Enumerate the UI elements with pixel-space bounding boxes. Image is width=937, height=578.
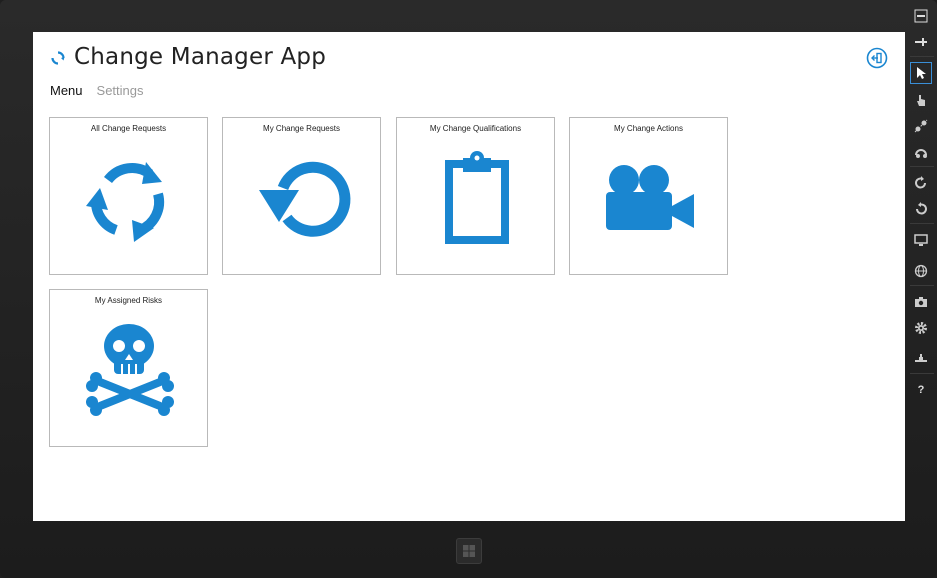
pinch-icon [914,119,928,133]
network-icon [915,354,927,362]
pinch-zoom-button[interactable] [910,115,932,137]
refresh-arrows-icon [86,162,165,242]
rotate-touch-button[interactable] [910,141,932,163]
pin-button[interactable] [910,31,932,53]
main-nav: Menu Settings [50,83,144,98]
simulator-toolbar: ? [907,0,937,578]
clipboard-icon [445,151,509,244]
rotate-counterclockwise-icon [916,202,927,215]
help-icon: ? [917,384,925,396]
video-camera-icon [606,165,694,230]
rotate-clockwise-icon [915,176,926,189]
touch-mode-button[interactable] [910,89,932,111]
network-button[interactable] [910,348,932,370]
exit-icon[interactable] [866,47,888,69]
settings-button[interactable] [910,317,932,339]
windows-logo-icon [463,545,475,557]
rotate-touch-icon [915,149,927,158]
rotate-clockwise-button[interactable] [910,172,932,194]
tile-my-assigned-risks[interactable]: My Assigned Risks [49,289,208,447]
pointer-icon [917,67,926,79]
minimize-icon [914,9,928,23]
gear-icon [915,322,927,334]
rotate-counterclockwise-button[interactable] [910,198,932,220]
simulator-frame: Change Manager App Menu Settings All Cha… [0,0,937,578]
undo-circle-icon [259,161,351,237]
app-logo-icon [51,51,65,65]
location-button[interactable] [910,260,932,282]
tile-my-change-qualifications[interactable]: My Change Qualifications [396,117,555,275]
tab-settings[interactable]: Settings [97,83,144,98]
skull-crossbones-icon [86,324,174,416]
minimize-button[interactable] [910,5,932,27]
tab-menu[interactable]: Menu [50,83,83,98]
pointer-mode-button[interactable] [910,62,932,84]
pin-icon [915,38,927,46]
hand-icon [917,95,925,106]
tile-all-change-requests[interactable]: All Change Requests [49,117,208,275]
resolution-button[interactable] [910,229,932,251]
app-screen: Change Manager App Menu Settings All Cha… [33,32,905,521]
tile-my-change-requests[interactable]: My Change Requests [222,117,381,275]
windows-start-button[interactable] [456,538,482,564]
tile-my-change-actions[interactable]: My Change Actions [569,117,728,275]
monitor-icon [914,234,928,246]
help-button[interactable]: ? [910,379,932,401]
screenshot-button[interactable] [910,291,932,313]
camera-icon [915,297,927,307]
app-title: Change Manager App [74,44,327,70]
globe-icon [914,264,928,278]
